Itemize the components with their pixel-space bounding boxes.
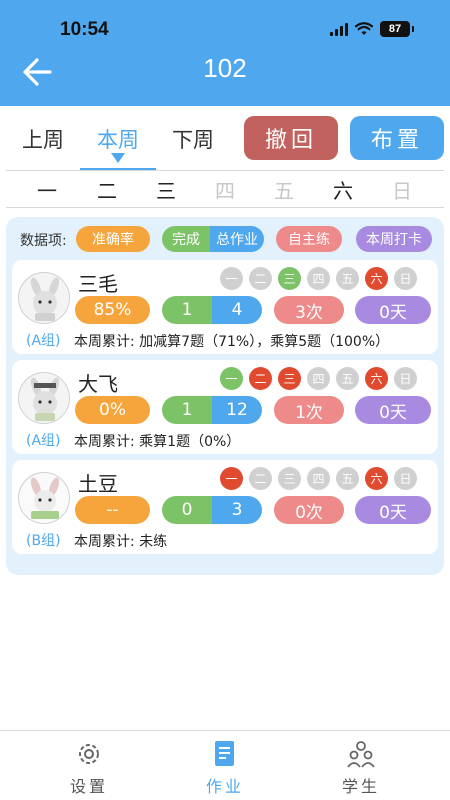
bottom-tab-bar: 设置 作业 学生	[0, 730, 450, 800]
day-status-row: 一 二 三 四 五 六 日	[220, 367, 417, 390]
legend-checkin: 本周打卡	[356, 226, 432, 252]
day-status-row: 一 二 三 四 五 六 日	[220, 467, 417, 490]
self-practice-pill: 3次	[274, 296, 344, 324]
signal-icon	[330, 22, 348, 36]
weekday-tue[interactable]: 二	[87, 175, 127, 204]
day-status-wed: 三	[278, 267, 301, 290]
self-practice-pill: 0次	[274, 496, 344, 524]
checkin-pill: 0天	[355, 396, 431, 424]
done-count: 1	[162, 396, 212, 424]
day-status-tue: 二	[249, 267, 272, 290]
day-status-fri: 五	[336, 367, 359, 390]
accuracy-pill: 85%	[75, 296, 150, 324]
day-status-fri: 五	[336, 467, 359, 490]
weekday-fri[interactable]: 五	[264, 175, 304, 204]
student-card[interactable]: (B组) 土豆 一 二 三 四 五 六 日 -- 0 3 0次 0天 本周累计:…	[12, 460, 438, 554]
done-count: 0	[162, 496, 212, 524]
day-status-sat: 六	[365, 367, 388, 390]
battery-icon: 87	[380, 21, 414, 37]
total-count: 4	[212, 296, 262, 324]
avatar	[18, 372, 70, 424]
tab-next-week[interactable]: 下周	[172, 124, 214, 154]
student-name: 三毛	[78, 272, 118, 296]
homework-icon	[215, 741, 234, 766]
assign-button[interactable]: 布置	[350, 116, 444, 160]
legend-done-total: 完成 总作业	[162, 226, 264, 252]
weekday-sat[interactable]: 六	[323, 175, 363, 204]
weekday-mon[interactable]: 一	[27, 175, 67, 204]
day-status-wed: 三	[278, 467, 301, 490]
student-name: 大飞	[78, 372, 118, 396]
day-status-sun: 日	[394, 367, 417, 390]
total-count: 12	[212, 396, 262, 424]
day-status-tue: 二	[249, 467, 272, 490]
legend-self-practice: 自主练	[276, 226, 342, 252]
group-label: (A组)	[26, 333, 61, 349]
done-total-pill: 1 12	[162, 396, 262, 424]
weekday-sun[interactable]: 日	[382, 175, 422, 204]
status-icons: 87	[330, 21, 414, 37]
checkin-pill: 0天	[355, 296, 431, 324]
legend-accuracy: 准确率	[76, 226, 150, 252]
avatar	[18, 272, 70, 324]
student-card[interactable]: (A组) 三毛 一 二 三 四 五 六 日 85% 1 4 3次 0天 本周累计…	[12, 260, 438, 354]
students-icon	[347, 741, 375, 768]
tab-homework[interactable]: 作业	[150, 731, 300, 800]
done-count: 1	[162, 296, 212, 324]
group-label: (B组)	[26, 533, 61, 549]
day-status-mon: 一	[220, 367, 243, 390]
day-status-mon: 一	[220, 467, 243, 490]
day-status-fri: 五	[336, 267, 359, 290]
total-count: 3	[212, 496, 262, 524]
legend-label: 数据项:	[20, 233, 67, 249]
day-status-sun: 日	[394, 267, 417, 290]
day-status-wed: 三	[278, 367, 301, 390]
day-status-sat: 六	[365, 467, 388, 490]
day-status-thu: 四	[307, 467, 330, 490]
day-status-sat: 六	[365, 267, 388, 290]
done-total-pill: 1 4	[162, 296, 262, 324]
group-label: (A组)	[26, 433, 61, 449]
wifi-icon	[355, 22, 373, 35]
student-name: 土豆	[78, 472, 118, 496]
tab-this-week[interactable]: 本周	[97, 124, 139, 154]
tab-students-label: 学生	[341, 777, 380, 796]
active-tab-caret-icon	[111, 153, 125, 163]
tab-homework-label: 作业	[205, 777, 244, 796]
status-time: 10:54	[60, 19, 109, 40]
legend-done: 完成	[162, 226, 210, 252]
avatar	[18, 472, 70, 524]
legend-total: 总作业	[210, 226, 264, 252]
header-bar: 10:54 87 102	[0, 0, 450, 106]
page-title: 102	[203, 53, 247, 83]
weekday-thu[interactable]: 四	[205, 175, 245, 204]
day-status-tue: 二	[249, 367, 272, 390]
accuracy-pill: --	[75, 496, 150, 524]
day-status-sun: 日	[394, 467, 417, 490]
accuracy-pill: 0%	[75, 396, 150, 424]
day-status-thu: 四	[307, 267, 330, 290]
tab-settings-label: 设置	[69, 777, 108, 796]
undo-button[interactable]: 撤回	[244, 116, 338, 160]
tab-students[interactable]: 学生	[286, 731, 436, 800]
gear-icon	[79, 744, 99, 764]
weekday-row: 一 二 三 四 五 六 日	[6, 170, 444, 208]
checkin-pill: 0天	[355, 496, 431, 524]
student-card[interactable]: (A组) 大飞 一 二 三 四 五 六 日 0% 1 12 1次 0天 本周累计…	[12, 360, 438, 454]
weekly-summary: 本周累计: 加减算7题（71%），乘算5题（100%）	[74, 334, 390, 350]
done-total-pill: 0 3	[162, 496, 262, 524]
day-status-row: 一 二 三 四 五 六 日	[220, 267, 417, 290]
day-status-mon: 一	[220, 267, 243, 290]
weekly-summary: 本周累计: 乘算1题（0%）	[74, 434, 241, 450]
weekly-summary: 本周累计: 未练	[74, 534, 168, 550]
self-practice-pill: 1次	[274, 396, 344, 424]
tab-settings[interactable]: 设置	[14, 731, 164, 800]
tab-last-week[interactable]: 上周	[22, 124, 64, 154]
weekday-wed[interactable]: 三	[146, 175, 186, 204]
day-status-thu: 四	[307, 367, 330, 390]
